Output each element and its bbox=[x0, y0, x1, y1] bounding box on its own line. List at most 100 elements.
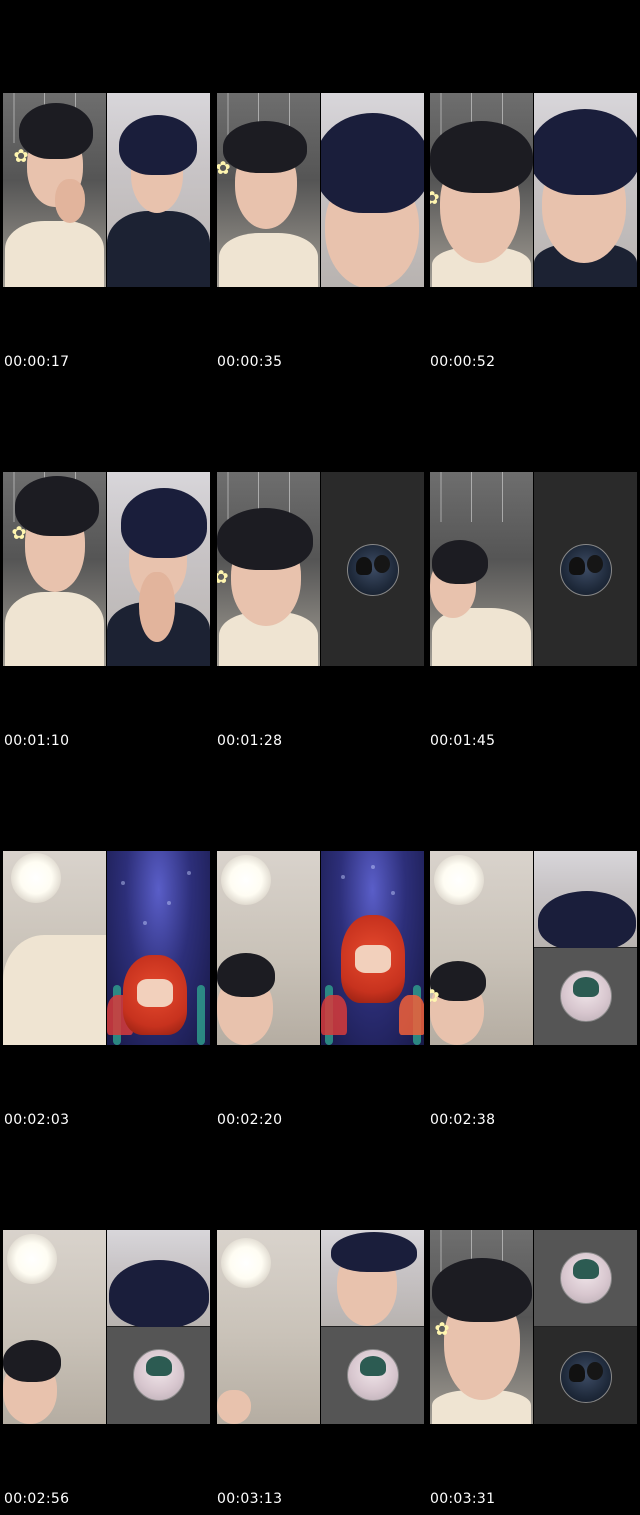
frame-right bbox=[534, 851, 637, 1045]
profile-avatar-icon bbox=[133, 1349, 185, 1401]
frame-left bbox=[3, 851, 106, 1045]
frame-left bbox=[217, 1230, 320, 1424]
timestamp: 00:00:52 bbox=[430, 354, 496, 370]
split-top bbox=[534, 1230, 637, 1326]
split-top bbox=[534, 851, 637, 951]
timestamp: 00:01:45 bbox=[430, 733, 496, 749]
timestamp: 00:02:20 bbox=[217, 1112, 283, 1128]
video-thumbnail-12[interactable]: ✿ bbox=[430, 1230, 637, 1424]
frame-right bbox=[107, 1230, 210, 1424]
frame-left: ✿ bbox=[430, 93, 533, 287]
profile-avatar-icon bbox=[560, 544, 612, 596]
split-top bbox=[321, 1230, 424, 1326]
shirt bbox=[5, 592, 104, 666]
frame-left bbox=[3, 1230, 106, 1424]
video-thumbnail-11[interactable] bbox=[217, 1230, 424, 1424]
hair bbox=[109, 1260, 209, 1328]
shirt bbox=[3, 935, 106, 1045]
video-thumbnail-8[interactable] bbox=[217, 851, 424, 1045]
flower-hair-clip-icon: ✿ bbox=[217, 567, 229, 588]
profile-avatar-icon bbox=[347, 544, 399, 596]
video-thumbnail-5[interactable]: ✿ bbox=[217, 472, 424, 666]
profile-avatar-icon bbox=[560, 1351, 612, 1403]
hair bbox=[538, 891, 636, 951]
frame-left: ✿ bbox=[430, 851, 533, 1045]
video-thumbnail-6[interactable] bbox=[430, 472, 637, 666]
frame-right bbox=[321, 851, 424, 1045]
hair bbox=[534, 109, 637, 195]
hand bbox=[139, 572, 175, 642]
frame-right bbox=[107, 472, 210, 666]
profile-avatar-icon bbox=[560, 1252, 612, 1304]
hair bbox=[321, 113, 424, 213]
video-thumbnail-1[interactable]: ✿ bbox=[3, 93, 210, 287]
frame-left: ✿ bbox=[217, 93, 320, 287]
shirt bbox=[5, 221, 104, 287]
split-top bbox=[107, 1230, 210, 1328]
frame-right bbox=[534, 472, 637, 666]
timestamp: 00:00:35 bbox=[217, 354, 283, 370]
frame-left: ✿ bbox=[217, 472, 320, 666]
timestamp: 00:01:28 bbox=[217, 733, 283, 749]
frame-right bbox=[107, 851, 210, 1045]
hair bbox=[331, 1232, 417, 1272]
timestamp: 00:03:31 bbox=[430, 1491, 496, 1507]
timestamp: 00:03:13 bbox=[217, 1491, 283, 1507]
split-bottom bbox=[534, 1327, 637, 1424]
timestamp: 00:02:38 bbox=[430, 1112, 496, 1128]
ceiling-light bbox=[11, 853, 61, 903]
hair bbox=[217, 508, 313, 570]
flower-hair-clip-icon: ✿ bbox=[217, 158, 231, 179]
ceiling-light bbox=[221, 855, 271, 905]
frame-right bbox=[321, 93, 424, 287]
flower-hair-clip-icon: ✿ bbox=[430, 188, 440, 209]
flower-hair-clip-icon: ✿ bbox=[11, 523, 27, 544]
video-thumbnail-3[interactable]: ✿ bbox=[430, 93, 637, 287]
ceiling-light bbox=[221, 1238, 271, 1288]
video-thumbnail-10[interactable] bbox=[3, 1230, 210, 1424]
ceiling-light bbox=[7, 1234, 57, 1284]
hand bbox=[55, 179, 85, 223]
split-bottom bbox=[534, 948, 637, 1045]
wall-drawing bbox=[430, 472, 533, 522]
profile-avatar-icon bbox=[560, 970, 612, 1022]
video-thumbnail-2[interactable]: ✿ bbox=[217, 93, 424, 287]
shirt bbox=[219, 233, 318, 287]
face bbox=[217, 1390, 251, 1424]
hair bbox=[430, 121, 533, 193]
hair bbox=[223, 121, 307, 173]
video-thumbnail-7[interactable] bbox=[3, 851, 210, 1045]
timestamp: 00:01:10 bbox=[4, 733, 70, 749]
shirt bbox=[107, 211, 210, 287]
frame-left: ✿ bbox=[430, 1230, 533, 1424]
frame-right bbox=[321, 1230, 424, 1424]
hair bbox=[3, 1340, 61, 1382]
timestamp: 00:00:17 bbox=[4, 354, 70, 370]
hair bbox=[432, 540, 488, 584]
contact-sheet: { "sheet": { "timestamps": [ "00:00:17",… bbox=[0, 0, 640, 1515]
fish-mask-filter bbox=[341, 915, 405, 1003]
hair bbox=[119, 115, 197, 175]
flower-hair-clip-icon: ✿ bbox=[434, 1319, 450, 1340]
fish-mask-filter bbox=[123, 955, 187, 1035]
hair bbox=[217, 953, 275, 997]
hair bbox=[121, 488, 207, 558]
video-thumbnail-4[interactable]: ✿ bbox=[3, 472, 210, 666]
frame-left: ✿ bbox=[3, 472, 106, 666]
flower-hair-clip-icon: ✿ bbox=[13, 146, 29, 167]
frame-right bbox=[321, 472, 424, 666]
hair bbox=[432, 1258, 532, 1322]
split-bottom bbox=[107, 1327, 210, 1424]
timestamp: 00:02:56 bbox=[4, 1491, 70, 1507]
frame-left: ✿ bbox=[3, 93, 106, 287]
profile-avatar-icon bbox=[347, 1349, 399, 1401]
frame-right bbox=[534, 1230, 637, 1424]
split-bottom bbox=[321, 1327, 424, 1424]
timestamp: 00:02:03 bbox=[4, 1112, 70, 1128]
frame-right bbox=[534, 93, 637, 287]
flower-hair-clip-icon: ✿ bbox=[430, 986, 440, 1007]
frame-left bbox=[217, 851, 320, 1045]
frame-right bbox=[107, 93, 210, 287]
ceiling-light bbox=[434, 855, 484, 905]
video-thumbnail-9[interactable]: ✿ bbox=[430, 851, 637, 1045]
